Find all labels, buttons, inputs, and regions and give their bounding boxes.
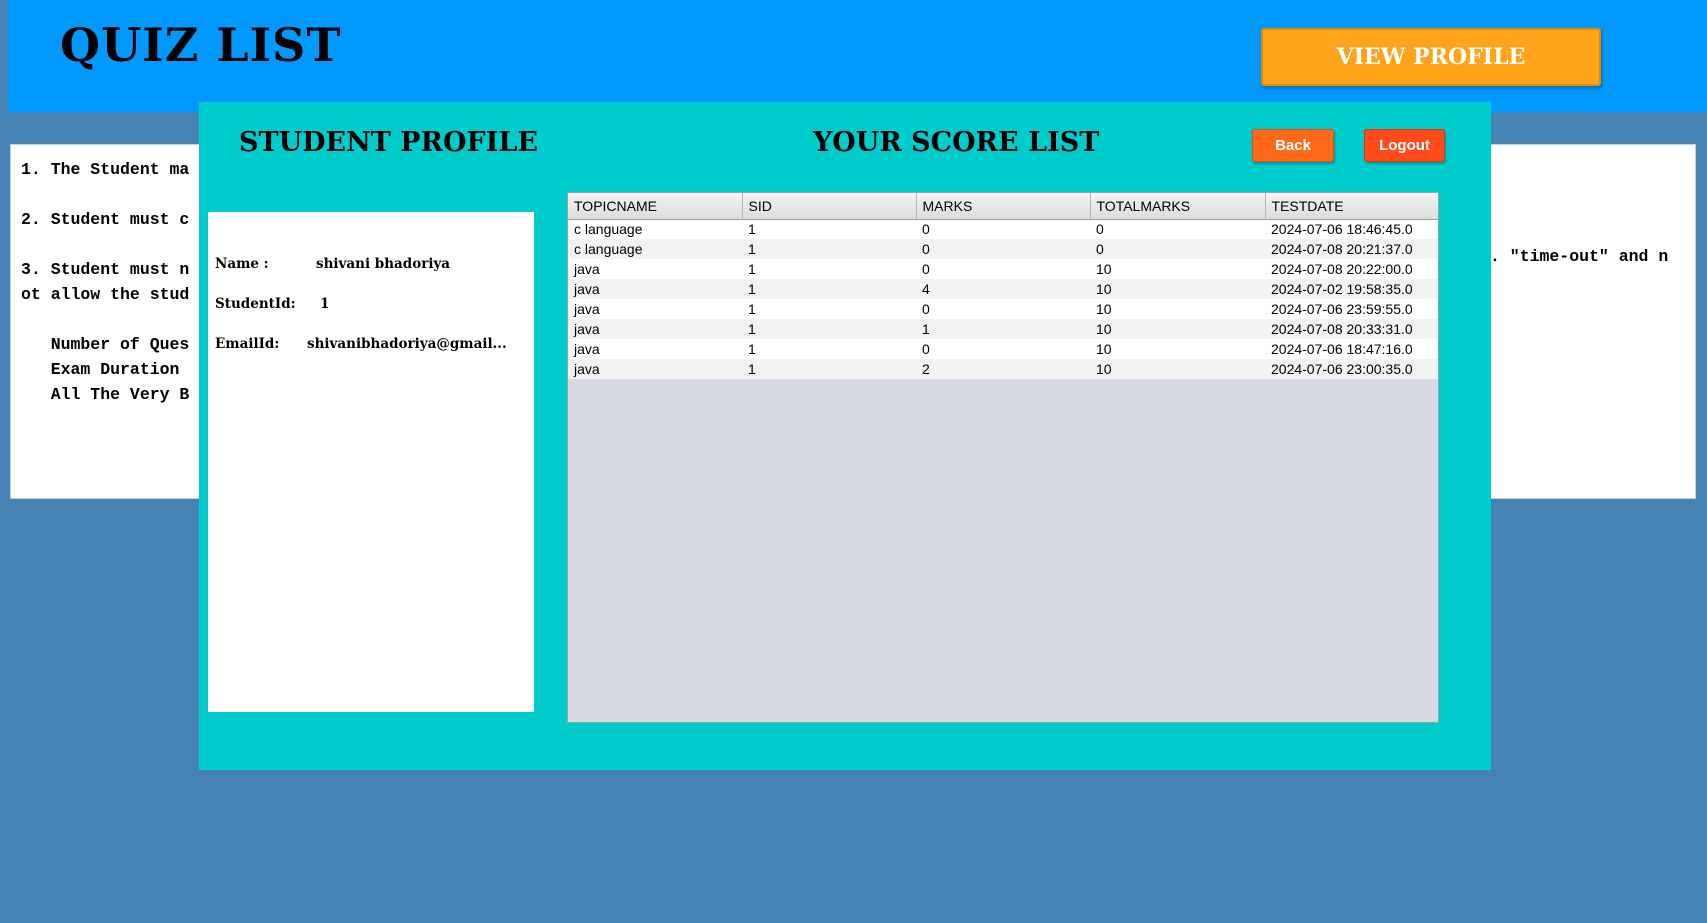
table-row[interactable]: java 1 0 10 2024-07-06 18:47:16.0 bbox=[568, 339, 1438, 359]
table-cell: 1 bbox=[748, 321, 756, 337]
table-cell: 1 bbox=[748, 261, 756, 277]
column-header[interactable]: MARKS bbox=[916, 193, 1091, 220]
table-cell: c language bbox=[574, 241, 643, 257]
column-header[interactable]: SID bbox=[742, 193, 917, 220]
table-cell: 2024-07-06 23:59:55.0 bbox=[1271, 301, 1413, 317]
email-label: EmailId: bbox=[215, 336, 280, 352]
table-cell: java bbox=[574, 341, 600, 357]
table-row[interactable]: java 1 1 10 2024-07-08 20:33:31.0 bbox=[568, 319, 1438, 339]
score-table-container[interactable]: TOPICNAME SID MARKS TOTALMARKS TESTDATE c la… bbox=[567, 192, 1439, 723]
profile-id-row: StudentId: 1 bbox=[215, 296, 329, 312]
table-cell: 1 bbox=[922, 321, 930, 337]
table-cell: 10 bbox=[1096, 301, 1112, 317]
table-row[interactable]: java 1 4 10 2024-07-02 19:58:35.0 bbox=[568, 279, 1438, 299]
table-cell: 2 bbox=[922, 361, 930, 377]
name-label: Name : bbox=[215, 256, 269, 272]
table-cell: 1 bbox=[748, 221, 756, 238]
logout-button[interactable]: Logout bbox=[1364, 129, 1445, 162]
column-header[interactable]: TOTALMARKS bbox=[1090, 193, 1266, 220]
table-row[interactable]: java 1 0 10 2024-07-06 23:59:55.0 bbox=[568, 299, 1438, 319]
table-cell: 2024-07-08 20:33:31.0 bbox=[1271, 321, 1413, 337]
table-cell: 10 bbox=[1096, 361, 1112, 377]
table-cell: 1 bbox=[748, 281, 756, 297]
profile-dialog: STUDENT PROFILE YOUR SCORE LIST Back Log… bbox=[199, 102, 1491, 770]
table-cell: java bbox=[574, 301, 600, 317]
view-profile-button[interactable]: VIEW PROFILE bbox=[1261, 28, 1601, 86]
table-cell: 0 bbox=[1096, 221, 1104, 238]
student-id-label: StudentId: bbox=[215, 296, 296, 312]
instructions-right-fragment: . "time-out" and n bbox=[1490, 247, 1669, 266]
header-bar: QUIZ LIST VIEW PROFILE bbox=[8, 0, 1707, 112]
table-header-row: TOPICNAME SID MARKS TOTALMARKS TESTDATE bbox=[568, 193, 1438, 220]
table-cell: 10 bbox=[1096, 261, 1112, 277]
table-row[interactable]: java 1 0 10 2024-07-08 20:22:00.0 bbox=[568, 259, 1438, 279]
back-button[interactable]: Back bbox=[1252, 129, 1334, 162]
table-cell: 1 bbox=[748, 241, 756, 257]
table-cell: 0 bbox=[922, 341, 930, 357]
table-cell: 10 bbox=[1096, 321, 1112, 337]
table-row[interactable]: c language 1 0 0 2024-07-08 20:21:37.0 bbox=[568, 239, 1438, 259]
column-header[interactable]: TOPICNAME bbox=[568, 193, 743, 220]
table-cell: 1 bbox=[748, 361, 756, 377]
table-cell: 2024-07-06 18:46:45.0 bbox=[1271, 221, 1413, 238]
table-cell: java bbox=[574, 261, 600, 277]
table-cell: 4 bbox=[922, 281, 930, 297]
score-table: TOPICNAME SID MARKS TOTALMARKS TESTDATE c la… bbox=[568, 193, 1438, 379]
table-cell: java bbox=[574, 281, 600, 297]
table-cell: 10 bbox=[1096, 281, 1112, 297]
table-cell: 2024-07-08 20:21:37.0 bbox=[1271, 241, 1413, 257]
table-cell: java bbox=[574, 321, 600, 337]
table-cell: 2024-07-06 18:47:16.0 bbox=[1271, 341, 1413, 357]
student-profile-title: STUDENT PROFILE bbox=[239, 127, 538, 158]
table-cell: 2024-07-02 19:58:35.0 bbox=[1271, 281, 1413, 297]
table-cell: 0 bbox=[1096, 241, 1104, 257]
table-cell: 0 bbox=[922, 301, 930, 317]
table-cell: 2024-07-06 23:00:35.0 bbox=[1271, 361, 1413, 377]
profile-panel: Name : shivani bhadoriya StudentId: 1 Emai… bbox=[208, 212, 534, 712]
table-row[interactable]: c language 1 0 0 2024-07-06 18:46:45.0 bbox=[568, 219, 1438, 239]
profile-email-row: EmailId: shivanibhadoriya@gmail... bbox=[215, 336, 507, 352]
page-title: QUIZ LIST bbox=[60, 18, 342, 72]
table-cell: c language bbox=[574, 221, 643, 238]
score-list-title: YOUR SCORE LIST bbox=[813, 127, 1100, 158]
column-header[interactable]: TESTDATE bbox=[1265, 193, 1438, 220]
table-cell: 0 bbox=[922, 241, 930, 257]
table-row[interactable]: java 1 2 10 2024-07-06 23:00:35.0 bbox=[568, 359, 1438, 379]
table-cell: 1 bbox=[748, 341, 756, 357]
table-cell: 10 bbox=[1096, 341, 1112, 357]
table-cell: 2024-07-08 20:22:00.0 bbox=[1271, 261, 1413, 277]
email-value: shivanibhadoriya@gmail... bbox=[307, 336, 507, 352]
table-cell: 0 bbox=[922, 261, 930, 277]
student-id-value: 1 bbox=[320, 296, 330, 312]
name-value: shivani bhadoriya bbox=[316, 256, 451, 272]
table-cell: 1 bbox=[748, 301, 756, 317]
profile-name-row: Name : shivani bhadoriya bbox=[215, 256, 450, 272]
table-cell: java bbox=[574, 361, 600, 377]
table-cell: 0 bbox=[922, 221, 930, 238]
